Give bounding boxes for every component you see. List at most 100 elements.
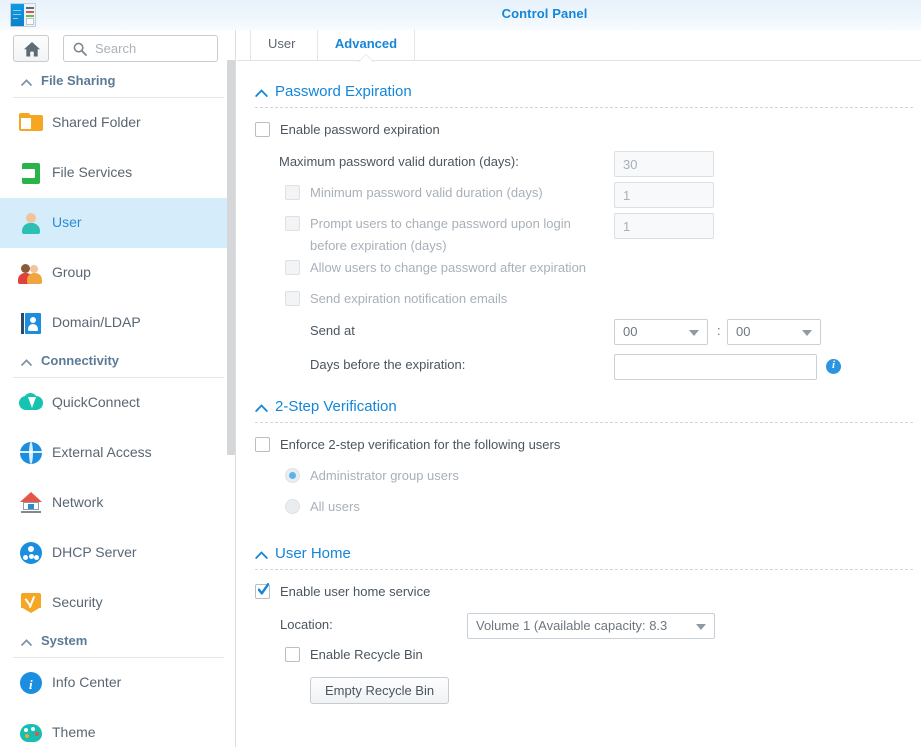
sidebar-item-dhcp-server[interactable]: DHCP Server xyxy=(0,528,235,578)
sidebar-item-security[interactable]: Security xyxy=(0,578,235,628)
sidebar-item-label: File Services xyxy=(52,164,133,180)
user-home-location-select[interactable]: Volume 1 (Available capacity: 8.3 xyxy=(467,613,715,639)
send-notification-emails-checkbox[interactable] xyxy=(285,291,300,306)
window-titlebar: Control Panel xyxy=(0,0,921,30)
enforce-two-step-label: Enforce 2-step verification for the foll… xyxy=(280,437,561,452)
sidebar-item-label: DHCP Server xyxy=(52,544,137,560)
send-at-minute-value: 00 xyxy=(736,324,751,339)
sidebar-item-label: Shared Folder xyxy=(52,114,141,130)
settings-content: Password Expiration Enable password expi… xyxy=(237,61,921,747)
section-title: 2-Step Verification xyxy=(275,398,397,415)
prompt-change-password-label-line2: before expiration (days) xyxy=(310,238,447,253)
prompt-change-password-checkbox[interactable] xyxy=(285,216,300,231)
sidebar-item-label: QuickConnect xyxy=(52,394,140,410)
search-input[interactable] xyxy=(93,36,213,61)
tab-user[interactable]: User xyxy=(250,30,312,61)
sidebar-item-label: Group xyxy=(52,264,91,280)
row-send-notification-emails: Send expiration notification emails xyxy=(255,288,921,319)
sidebar-item-label: Info Center xyxy=(52,674,122,690)
sidebar-group-file-sharing[interactable]: File Sharing xyxy=(13,68,224,98)
prompt-days-input[interactable] xyxy=(614,213,714,239)
sidebar-item-info-center[interactable]: i Info Center xyxy=(0,658,235,708)
search-icon xyxy=(73,42,87,56)
sidebar-group-label: Connectivity xyxy=(41,353,120,368)
security-icon xyxy=(18,590,44,616)
network-icon xyxy=(18,490,44,516)
two-step-all-users-label: All users xyxy=(310,499,360,514)
enable-password-expiration-label: Enable password expiration xyxy=(280,122,440,137)
chevron-down-icon xyxy=(696,624,706,630)
row-two-step-admin-group: Administrator group users xyxy=(255,466,921,497)
tab-label: Advanced xyxy=(334,36,398,51)
file-services-icon xyxy=(18,160,44,186)
enable-user-home-checkbox[interactable] xyxy=(255,583,270,599)
user-icon xyxy=(18,210,44,236)
sidebar-item-label: Domain/LDAP xyxy=(52,314,141,330)
section-header-user-home[interactable]: User Home xyxy=(255,545,913,570)
sidebar-scrollbar-thumb[interactable] xyxy=(227,60,235,455)
theme-icon xyxy=(18,720,44,746)
max-duration-input[interactable] xyxy=(614,151,714,177)
two-step-admin-group-radio[interactable] xyxy=(285,468,300,483)
enable-password-expiration-checkbox[interactable] xyxy=(255,122,270,137)
section-title: Password Expiration xyxy=(275,83,412,100)
tab-advanced[interactable]: Advanced xyxy=(316,30,416,62)
sidebar-item-domain-ldap[interactable]: Domain/LDAP xyxy=(0,298,235,348)
external-access-icon xyxy=(18,440,44,466)
info-center-icon: i xyxy=(18,670,44,696)
row-prompt-change-password: Prompt users to change password upon log… xyxy=(255,213,921,257)
two-step-all-users-radio[interactable] xyxy=(285,499,300,514)
min-duration-checkbox[interactable] xyxy=(285,185,300,200)
home-icon xyxy=(24,42,40,57)
tab-bar: User Advanced xyxy=(237,30,921,62)
send-at-separator: : xyxy=(717,323,721,338)
info-icon[interactable]: i xyxy=(826,359,841,374)
search-box[interactable] xyxy=(63,35,218,62)
shared-folder-icon xyxy=(18,110,44,136)
group-icon xyxy=(18,260,44,286)
sidebar-item-user[interactable]: User xyxy=(0,198,235,248)
sidebar-item-theme[interactable]: Theme xyxy=(0,708,235,747)
chevron-up-icon xyxy=(21,79,32,86)
sidebar-item-group[interactable]: Group xyxy=(0,248,235,298)
enforce-two-step-checkbox[interactable] xyxy=(255,437,270,452)
row-empty-recycle-bin: Empty Recycle Bin xyxy=(255,675,921,711)
section-header-two-step-verification[interactable]: 2-Step Verification xyxy=(255,398,913,423)
sidebar-group-system[interactable]: System xyxy=(13,628,224,658)
dhcp-server-icon xyxy=(18,540,44,566)
row-min-password-duration: Minimum password valid duration (days) xyxy=(255,182,921,213)
sidebar-item-quickconnect[interactable]: QuickConnect xyxy=(0,378,235,428)
enable-recycle-bin-checkbox[interactable] xyxy=(285,647,300,662)
send-at-label: Send at xyxy=(310,323,355,338)
days-before-expiration-label: Days before the expiration: xyxy=(310,357,466,372)
send-at-hour-select[interactable]: 00 xyxy=(614,319,708,345)
sidebar-group-connectivity[interactable]: Connectivity xyxy=(13,348,224,378)
send-at-minute-select[interactable]: 00 xyxy=(727,319,821,345)
sidebar: File Sharing Shared Folder File Services… xyxy=(0,30,236,747)
window-title: Control Panel xyxy=(501,6,588,21)
empty-recycle-bin-button[interactable]: Empty Recycle Bin xyxy=(310,677,450,704)
sidebar-item-external-access[interactable]: External Access xyxy=(0,428,235,478)
home-button[interactable] xyxy=(13,35,49,62)
allow-change-after-expiration-checkbox[interactable] xyxy=(285,260,300,275)
sidebar-item-label: User xyxy=(52,214,82,230)
chevron-down-icon xyxy=(689,330,699,336)
row-enable-user-home: Enable user home service xyxy=(255,582,921,613)
send-at-hour-value: 00 xyxy=(623,324,638,339)
days-before-expiration-input[interactable] xyxy=(614,354,817,380)
sidebar-item-shared-folder[interactable]: Shared Folder xyxy=(0,98,235,148)
min-duration-input[interactable] xyxy=(614,182,714,208)
sidebar-item-file-services[interactable]: File Services xyxy=(0,148,235,198)
max-duration-label: Maximum password valid duration (days): xyxy=(279,154,519,169)
tab-label: User xyxy=(268,36,296,51)
quickconnect-icon xyxy=(18,390,44,416)
chevron-up-icon xyxy=(21,639,32,646)
row-user-home-location: Location: Volume 1 (Available capacity: … xyxy=(255,613,921,644)
enable-user-home-label: Enable user home service xyxy=(280,584,431,599)
section-title: User Home xyxy=(275,545,351,562)
section-header-password-expiration[interactable]: Password Expiration xyxy=(255,83,913,108)
user-home-location-value: Volume 1 (Available capacity: 8.3 xyxy=(476,618,668,633)
sidebar-item-network[interactable]: Network xyxy=(0,478,235,528)
domain-ldap-icon xyxy=(18,310,44,336)
prompt-change-password-label-line1: Prompt users to change password upon log… xyxy=(310,216,571,231)
